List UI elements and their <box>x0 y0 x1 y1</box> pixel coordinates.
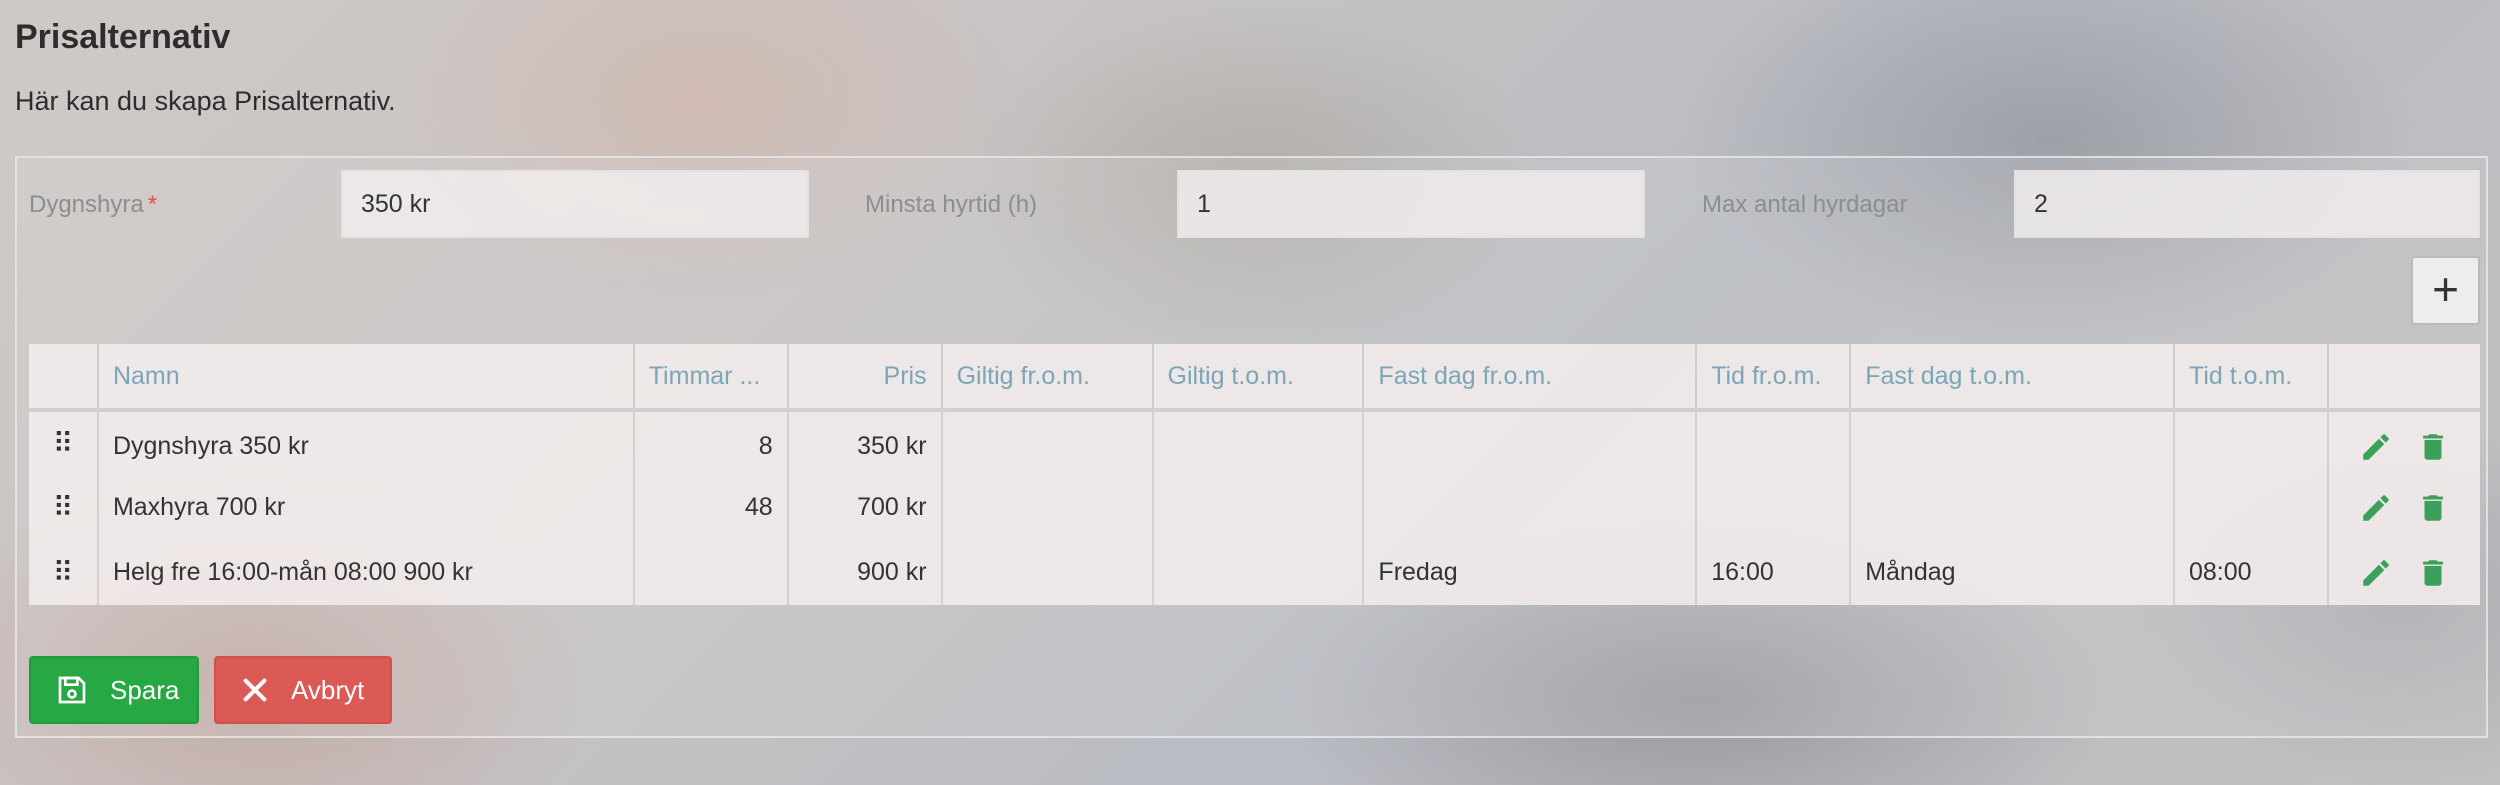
save-button-label: Spara <box>110 674 180 705</box>
cell-hours: 48 <box>633 475 789 540</box>
cell-day-from <box>1363 410 1698 475</box>
cell-day-from: Fredag <box>1363 540 1698 605</box>
cell-price: 700 kr <box>787 475 943 540</box>
dygnshyra-label-text: Dygnshyra <box>29 191 144 218</box>
cell-hours: 8 <box>633 410 789 475</box>
edit-icon[interactable] <box>2359 491 2393 525</box>
add-row-button[interactable]: + <box>2411 256 2480 325</box>
save-button[interactable]: Spara <box>29 656 199 724</box>
page-subtitle: Här kan du skapa Prisalternativ. <box>15 86 396 116</box>
max-hyrdagar-input[interactable] <box>2014 170 2480 238</box>
row-actions <box>2328 475 2480 540</box>
cell-day-to: Måndag <box>1850 540 2175 605</box>
col-header-day-from[interactable]: Fast dag fr.o.m. <box>1363 344 1698 412</box>
drag-column-header <box>29 344 99 412</box>
minsta-hyrtid-label: Minsta hyrtid (h) <box>865 191 1038 218</box>
drag-handle-icon[interactable]: ⠿ <box>29 475 99 540</box>
cell-day-from <box>1363 475 1698 540</box>
col-header-price[interactable]: Pris <box>787 344 943 412</box>
cell-name: Helg fre 16:00-mån 08:00 900 kr <box>97 540 635 605</box>
table-row: ⠿ Maxhyra 700 kr 48 700 kr <box>29 475 2480 540</box>
cell-valid-from <box>941 475 1154 540</box>
edit-icon[interactable] <box>2359 430 2393 464</box>
delete-icon[interactable] <box>2416 556 2450 590</box>
cancel-button[interactable]: Avbryt <box>214 656 392 724</box>
cell-time-from <box>1696 475 1852 540</box>
cell-hours <box>633 540 789 605</box>
col-header-name[interactable]: Namn <box>97 344 635 412</box>
price-options-card: Dygnshyra* Minsta hyrtid (h) Max antal h… <box>15 156 2488 738</box>
cell-day-to <box>1850 410 2175 475</box>
col-header-hours[interactable]: Timmar ... <box>633 344 789 412</box>
cell-name: Maxhyra 700 kr <box>97 475 635 540</box>
minsta-hyrtid-input[interactable] <box>1177 170 1645 238</box>
cell-time-to: 08:00 <box>2173 540 2329 605</box>
delete-icon[interactable] <box>2416 430 2450 464</box>
col-header-time-to[interactable]: Tid t.o.m. <box>2173 344 2329 412</box>
delete-icon[interactable] <box>2416 491 2450 525</box>
page-title: Prisalternativ <box>15 18 231 56</box>
actions-column-header <box>2327 344 2480 412</box>
drag-handle-icon[interactable]: ⠿ <box>29 540 99 605</box>
cell-time-from <box>1696 410 1852 475</box>
cell-valid-to <box>1152 540 1365 605</box>
cancel-button-label: Avbryt <box>291 674 365 705</box>
page: Prisalternativ Här kan du skapa Prisalte… <box>0 0 2500 785</box>
cell-time-to <box>2173 475 2329 540</box>
cell-day-to <box>1850 475 2175 540</box>
table-header-row: Namn Timmar ... Pris Giltig fr.o.m. Gilt… <box>29 344 2480 412</box>
cell-time-to <box>2173 410 2329 475</box>
close-icon <box>243 678 267 702</box>
row-actions <box>2328 540 2480 605</box>
cell-name: Dygnshyra 350 kr <box>97 410 635 475</box>
col-header-valid-to[interactable]: Giltig t.o.m. <box>1152 344 1365 412</box>
dygnshyra-input[interactable] <box>341 170 809 238</box>
dygnshyra-label: Dygnshyra * <box>29 191 157 219</box>
price-table: Namn Timmar ... Pris Giltig fr.o.m. Gilt… <box>29 344 2480 605</box>
required-mark: * <box>147 191 158 218</box>
edit-icon[interactable] <box>2359 556 2393 590</box>
row-actions <box>2328 410 2480 475</box>
cell-price: 350 kr <box>787 410 943 475</box>
cell-valid-from <box>941 410 1154 475</box>
floppy-disk-icon <box>58 676 86 704</box>
col-header-valid-from[interactable]: Giltig fr.o.m. <box>941 344 1154 412</box>
cell-time-from: 16:00 <box>1696 540 1852 605</box>
max-hyrdagar-label: Max antal hyrdagar <box>1702 191 1908 218</box>
drag-handle-icon[interactable]: ⠿ <box>29 410 99 475</box>
table-row: ⠿ Dygnshyra 350 kr 8 350 kr <box>29 410 2480 475</box>
col-header-time-from[interactable]: Tid fr.o.m. <box>1696 344 1852 412</box>
cell-price: 900 kr <box>787 540 943 605</box>
col-header-day-to[interactable]: Fast dag t.o.m. <box>1850 344 2175 412</box>
cell-valid-from <box>941 540 1154 605</box>
table-row: ⠿ Helg fre 16:00-mån 08:00 900 kr 900 kr… <box>29 540 2480 605</box>
cell-valid-to <box>1152 475 1365 540</box>
cell-valid-to <box>1152 410 1365 475</box>
